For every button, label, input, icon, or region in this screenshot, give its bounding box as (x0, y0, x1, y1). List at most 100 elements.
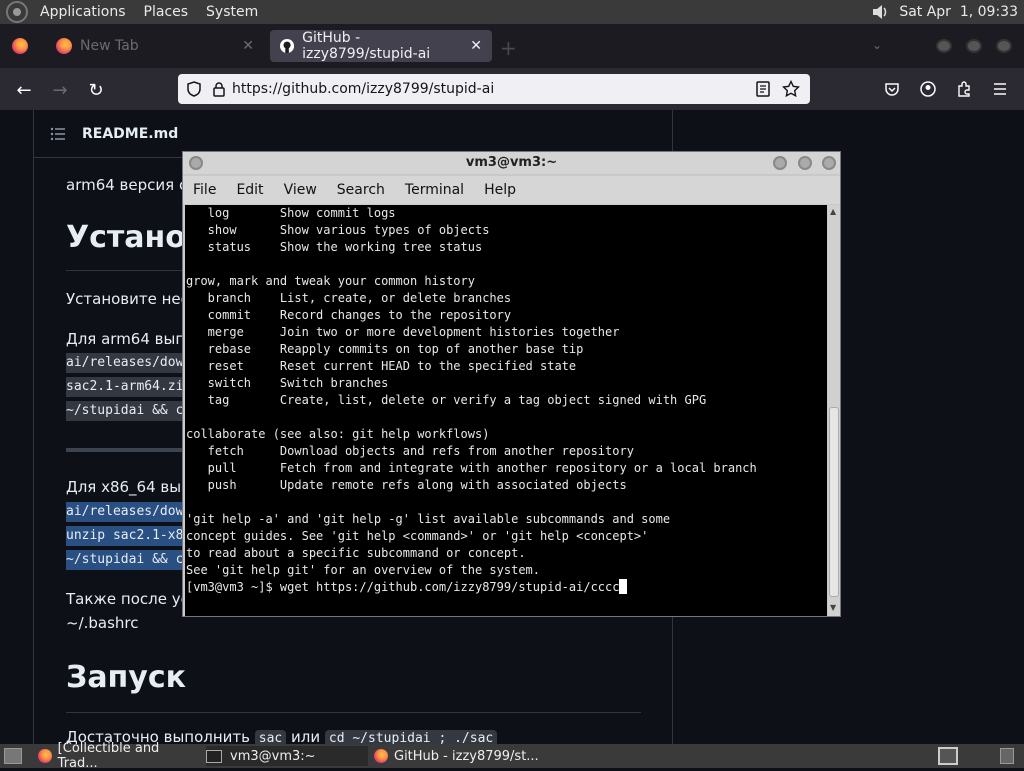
terminal-window: vm3@vm3:~ File Edit View Search Terminal… (182, 151, 841, 617)
code-line: unzip sac2.1-x8 (66, 526, 186, 546)
prompt-line: [vm3@vm3 ~]$ wget https://github.com/izz… (186, 580, 620, 594)
code-line: ai/releases/dow (66, 353, 186, 373)
close-button[interactable] (822, 156, 836, 170)
taskbar-item[interactable]: [Collectible and Trad... (38, 741, 200, 771)
readme-title: README.md (82, 125, 179, 142)
terminal-titlebar[interactable]: vm3@vm3:~ (183, 152, 840, 174)
close-icon[interactable]: ✕ (470, 38, 482, 54)
url-text[interactable]: https://github.com/izzy8799/stupid-ai (232, 81, 754, 97)
readme-text: Для x86_64 вып (66, 478, 191, 496)
tab-new-tab[interactable]: New Tab ✕ (48, 30, 262, 62)
code-line: sac2.1-arm64.zi (66, 377, 186, 397)
forward-button[interactable]: → (46, 76, 74, 104)
url-bar[interactable]: https://github.com/izzy8799/stupid-ai (178, 74, 810, 104)
menu-help[interactable]: Help (484, 182, 516, 198)
maximize-button[interactable] (798, 156, 812, 170)
maximize-button[interactable] (966, 39, 982, 53)
account-icon[interactable] (920, 81, 936, 97)
terminal-scrollbar[interactable]: ▲ ▼ (828, 205, 840, 616)
tab-label: New Tab (80, 38, 139, 54)
terminal-line: pull Fetch from and integrate with anoth… (186, 461, 757, 475)
readme-text: ~/.bashrc (66, 614, 139, 632)
terminal-title: vm3@vm3:~ (465, 155, 558, 170)
terminal-line: switch Switch branches (186, 376, 389, 390)
readme-text: Для arm64 выпо (66, 330, 195, 348)
terminal-line: rebase Reapply commits on top of another… (186, 342, 584, 356)
browser-tabbar: New Tab ✕ GitHub - izzy8799/stupid-ai ✕ … (0, 24, 1024, 68)
hamburger-menu-icon[interactable] (992, 81, 1008, 97)
terminal-line: grow, mark and tweak your common history (186, 274, 475, 288)
menu-terminal[interactable]: Terminal (405, 182, 464, 198)
text-cursor (619, 579, 628, 594)
menu-view[interactable]: View (284, 182, 317, 198)
window-buttons (936, 39, 1012, 53)
taskbar-label: GitHub - izzy8799/st... (394, 748, 539, 764)
tab-firefox-view[interactable] (0, 30, 40, 62)
readme-text: Также после уст (66, 590, 198, 608)
window-menu-button[interactable] (189, 156, 203, 170)
taskbar-label: vm3@vm3:~ (230, 748, 316, 764)
back-button[interactable]: ← (10, 76, 38, 104)
menu-applications[interactable]: Applications (40, 4, 126, 20)
show-desktop-icon[interactable] (4, 748, 22, 764)
terminal-line: 'git help -a' and 'git help -g' list ava… (186, 512, 671, 526)
trash-icon[interactable] (1000, 748, 1014, 764)
minimize-button[interactable] (936, 39, 952, 53)
terminal-line: status Show the working tree status (186, 240, 483, 254)
terminal-line: show Show various types of objects (186, 223, 490, 237)
scrollbar-thumb[interactable] (829, 407, 839, 597)
menu-file[interactable]: File (193, 182, 216, 198)
divider (66, 712, 641, 713)
bookmark-star-icon[interactable] (782, 80, 800, 98)
menu-search[interactable]: Search (337, 182, 385, 198)
speaker-icon[interactable] (871, 4, 889, 20)
firefox-icon (38, 749, 52, 763)
code-line: ai/releases/dow (66, 502, 186, 522)
list-all-tabs-icon[interactable]: ⌄ (872, 38, 882, 52)
menu-system[interactable]: System (206, 4, 258, 20)
scroll-down-icon[interactable]: ▼ (830, 603, 836, 612)
terminal-icon (206, 749, 222, 763)
tab-label: GitHub - izzy8799/stupid-ai (302, 30, 431, 62)
close-window-button[interactable] (996, 39, 1012, 53)
github-icon (280, 38, 295, 54)
clock[interactable]: Sat Apr 1, 09:33 (899, 4, 1018, 20)
new-tab-button[interactable]: + (500, 36, 517, 60)
terminal-menubar: File Edit View Search Terminal Help (183, 176, 840, 204)
firefox-icon (56, 38, 72, 54)
taskbar-item[interactable]: vm3@vm3:~ (206, 746, 368, 766)
firefox-icon (374, 749, 388, 763)
minimize-button[interactable] (773, 156, 787, 170)
terminal-line: branch List, create, or delete branches (186, 291, 512, 305)
terminal-line: tag Create, list, delete or verify a tag… (186, 393, 707, 407)
close-icon[interactable]: ✕ (242, 38, 254, 54)
shield-icon[interactable] (186, 81, 202, 97)
workspace-switcher[interactable] (938, 747, 958, 765)
list-icon[interactable] (50, 127, 66, 141)
menu-places[interactable]: Places (144, 4, 189, 20)
taskbar-item[interactable]: GitHub - izzy8799/st... (374, 746, 544, 766)
code-line: ~/stupidai && c (66, 550, 186, 570)
lock-icon[interactable] (212, 81, 226, 97)
menu-edit[interactable]: Edit (236, 182, 263, 198)
top-panel: Applications Places System Sat Apr 1, 09… (0, 0, 1024, 24)
scroll-up-icon[interactable]: ▲ (830, 207, 836, 216)
terminal-screen[interactable]: log Show commit logs show Show various t… (185, 205, 827, 616)
terminal-line: log Show commit logs (186, 206, 396, 220)
reader-view-icon[interactable] (754, 80, 772, 98)
browser-navbar: ← → ↻ https://github.com/izzy8799/stupid… (0, 68, 1024, 110)
reload-button[interactable]: ↻ (82, 76, 110, 104)
readme-text: Установите необ (66, 290, 200, 308)
readme-text: arm64 версия со (66, 176, 197, 194)
pocket-icon[interactable] (884, 81, 900, 97)
distro-logo-icon[interactable] (6, 1, 28, 23)
heading-run: Запуск (66, 660, 186, 695)
terminal-line: commit Record changes to the repository (186, 308, 512, 322)
terminal-line: concept guides. See 'git help <command>'… (186, 529, 649, 543)
terminal-line: to read about a specific subcommand or c… (186, 546, 526, 560)
tab-github[interactable]: GitHub - izzy8799/stupid-ai ✕ (270, 30, 492, 62)
extensions-icon[interactable] (956, 81, 972, 97)
